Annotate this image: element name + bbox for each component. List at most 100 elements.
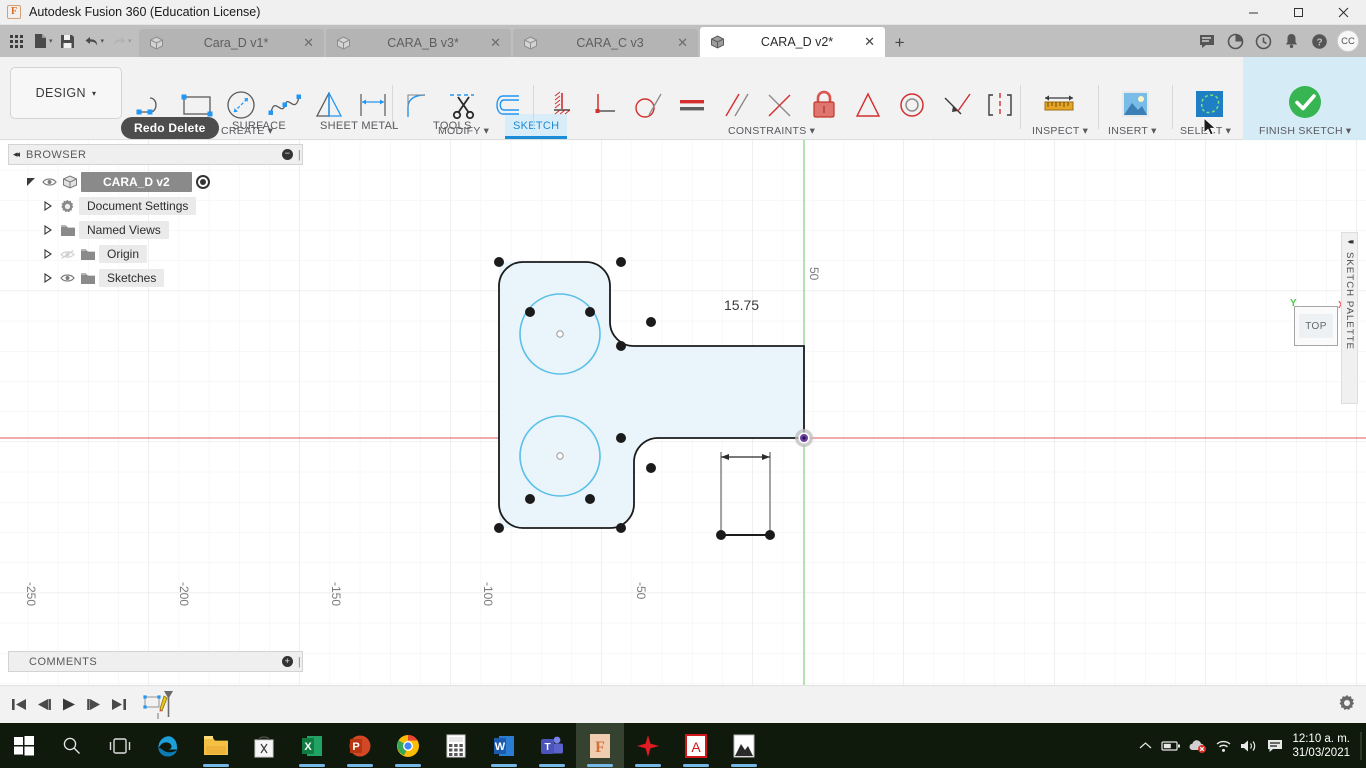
tool-spline-icon[interactable] bbox=[263, 83, 307, 127]
photos-icon[interactable] bbox=[720, 723, 768, 768]
expand-arrow-icon[interactable] bbox=[44, 249, 60, 259]
constraint-parallel-icon[interactable] bbox=[714, 83, 758, 127]
ribbon-group-insert-caption[interactable]: INSERT ▾ bbox=[1108, 125, 1157, 137]
document-tab-close-icon[interactable]: ✕ bbox=[863, 34, 877, 50]
expand-arrow-icon[interactable] bbox=[26, 177, 42, 187]
add-comment-icon[interactable]: + bbox=[282, 656, 293, 667]
constraint-midpoint-icon[interactable] bbox=[846, 83, 890, 127]
sketch-palette-tab[interactable]: ◂◂ SKETCH PALETTE bbox=[1341, 232, 1358, 404]
excel-icon[interactable]: X bbox=[288, 723, 336, 768]
ribbon-group-inspect-caption[interactable]: INSPECT ▾ bbox=[1032, 125, 1088, 137]
tree-item-sketches[interactable]: Sketches bbox=[8, 266, 303, 290]
job-status-icon[interactable] bbox=[1221, 27, 1249, 55]
constraint-equal-icon[interactable] bbox=[670, 83, 714, 127]
recent-icon[interactable] bbox=[1249, 27, 1277, 55]
ribbon-group-constraints-caption[interactable]: CONSTRAINTS ▾ bbox=[728, 125, 815, 137]
document-tab-cara-d-v2[interactable]: CARA_D v2* ✕ bbox=[699, 27, 885, 57]
tree-item-document-settings[interactable]: Document Settings bbox=[8, 194, 303, 218]
minimize-button[interactable] bbox=[1231, 0, 1276, 25]
acrobat-icon[interactable]: A bbox=[672, 723, 720, 768]
redo-caret-icon[interactable]: ▾ bbox=[128, 37, 132, 45]
tray-chevron-up-icon[interactable] bbox=[1132, 723, 1158, 768]
ribbon-group-create-caption[interactable]: CREATE ▾ bbox=[221, 125, 273, 137]
ribbon-group-modify-caption[interactable]: MODIFY ▾ bbox=[438, 125, 489, 137]
show-desktop-button[interactable] bbox=[1360, 731, 1362, 760]
expand-arrow-icon[interactable] bbox=[44, 201, 60, 211]
visibility-eye-icon[interactable] bbox=[60, 273, 80, 283]
sketch-palette-expand-icon[interactable]: ◂◂ bbox=[1347, 237, 1353, 246]
constraint-symmetry-icon[interactable] bbox=[978, 83, 1022, 127]
finish-sketch-button[interactable]: FINISH SKETCH ▾ bbox=[1243, 57, 1366, 140]
sketch-canvas[interactable]: -250 -200 -150 -100 -50 50 15.75 ◂◂ BROW… bbox=[0, 140, 1366, 685]
task-view-icon[interactable] bbox=[96, 723, 144, 768]
comments-panel[interactable]: COMMENTS + || bbox=[8, 651, 303, 672]
edge-icon[interactable] bbox=[144, 723, 192, 768]
comment-icon[interactable] bbox=[1193, 27, 1221, 55]
timeline-settings-icon[interactable] bbox=[1338, 694, 1356, 712]
search-icon[interactable] bbox=[48, 723, 96, 768]
word-icon[interactable]: W bbox=[480, 723, 528, 768]
constraint-coincident-icon[interactable] bbox=[758, 83, 802, 127]
constraint-fix-unfix-icon[interactable] bbox=[802, 83, 846, 127]
timeline-sketch-feature-icon[interactable] bbox=[141, 690, 177, 719]
constraint-concentric-icon[interactable] bbox=[890, 83, 934, 127]
new-document-caret-icon[interactable]: ▾ bbox=[49, 37, 53, 45]
maximize-button[interactable] bbox=[1276, 0, 1321, 25]
document-tab-cara-d-v1[interactable]: Cara_D v1* ✕ bbox=[138, 29, 324, 57]
chrome-icon[interactable] bbox=[384, 723, 432, 768]
timeline-play-button[interactable] bbox=[56, 692, 81, 718]
tool-sketch-dimension-icon[interactable] bbox=[351, 83, 395, 127]
document-tab-cara-c-v3[interactable]: CARA_C v3 ✕ bbox=[512, 29, 698, 57]
app-grid-icon[interactable] bbox=[4, 28, 28, 54]
visibility-off-eye-icon[interactable] bbox=[60, 249, 80, 260]
timeline-step-back-button[interactable] bbox=[31, 692, 56, 718]
avatar[interactable]: CC bbox=[1337, 30, 1359, 52]
activate-component-icon[interactable] bbox=[195, 175, 210, 189]
dimension-value-label[interactable]: 15.75 bbox=[724, 297, 759, 313]
fusion360-icon[interactable]: F bbox=[576, 723, 624, 768]
tool-mirror-icon[interactable] bbox=[307, 83, 351, 127]
taskbar-clock[interactable]: 12:10 a. m. 31/03/2021 bbox=[1288, 732, 1358, 760]
tool-trim-icon[interactable] bbox=[440, 83, 484, 127]
constraint-horizontal-vertical-icon[interactable] bbox=[538, 83, 582, 127]
browser-collapse-icon[interactable]: ◂◂ bbox=[13, 149, 20, 160]
teams-icon[interactable]: T bbox=[528, 723, 576, 768]
file-explorer-icon[interactable] bbox=[192, 723, 240, 768]
volume-icon[interactable] bbox=[1236, 723, 1262, 768]
battery-icon[interactable] bbox=[1158, 723, 1184, 768]
tool-circle-icon[interactable] bbox=[219, 83, 263, 127]
workspace-switcher[interactable]: DESIGN ▾ bbox=[10, 67, 122, 119]
tree-item-origin[interactable]: Origin bbox=[8, 242, 303, 266]
calculator-icon[interactable] bbox=[432, 723, 480, 768]
tool-offset-icon[interactable] bbox=[484, 83, 528, 127]
solidworks-icon[interactable] bbox=[624, 723, 672, 768]
powerpoint-icon[interactable]: P bbox=[336, 723, 384, 768]
help-icon[interactable]: ? bbox=[1305, 27, 1333, 55]
finish-sketch-caption[interactable]: FINISH SKETCH ▾ bbox=[1259, 125, 1351, 137]
wifi-icon[interactable] bbox=[1210, 723, 1236, 768]
expand-arrow-icon[interactable] bbox=[44, 225, 60, 235]
timeline-step-forward-button[interactable] bbox=[81, 692, 106, 718]
view-cube-face[interactable]: TOP bbox=[1294, 306, 1338, 346]
save-icon[interactable] bbox=[56, 28, 80, 54]
document-tab-close-icon[interactable]: ✕ bbox=[302, 35, 316, 51]
browser-minimize-icon[interactable]: − bbox=[282, 149, 293, 160]
tree-item-named-views[interactable]: Named Views bbox=[8, 218, 303, 242]
visibility-eye-icon[interactable] bbox=[42, 177, 62, 187]
timeline-go-to-end-button[interactable] bbox=[106, 692, 131, 718]
document-tab-cara-b-v3[interactable]: CARA_B v3* ✕ bbox=[325, 29, 511, 57]
action-center-icon[interactable] bbox=[1262, 723, 1288, 768]
new-tab-button[interactable]: + bbox=[887, 29, 913, 57]
onedrive-error-icon[interactable] bbox=[1184, 723, 1210, 768]
tree-item-cara-d-v2[interactable]: CARA_D v2 bbox=[8, 170, 303, 194]
document-tab-close-icon[interactable]: ✕ bbox=[489, 35, 503, 51]
tool-insert-image-icon[interactable] bbox=[1113, 83, 1157, 127]
start-button[interactable] bbox=[0, 723, 48, 768]
tool-measure-icon[interactable] bbox=[1037, 83, 1081, 127]
close-button[interactable] bbox=[1321, 0, 1366, 25]
constraint-perpendicular-icon[interactable] bbox=[582, 83, 626, 127]
undo-caret-icon[interactable]: ▾ bbox=[101, 37, 105, 45]
constraint-collinear-icon[interactable] bbox=[934, 83, 978, 127]
timeline-go-to-beginning-button[interactable] bbox=[6, 692, 31, 718]
document-tab-close-icon[interactable]: ✕ bbox=[676, 35, 690, 51]
